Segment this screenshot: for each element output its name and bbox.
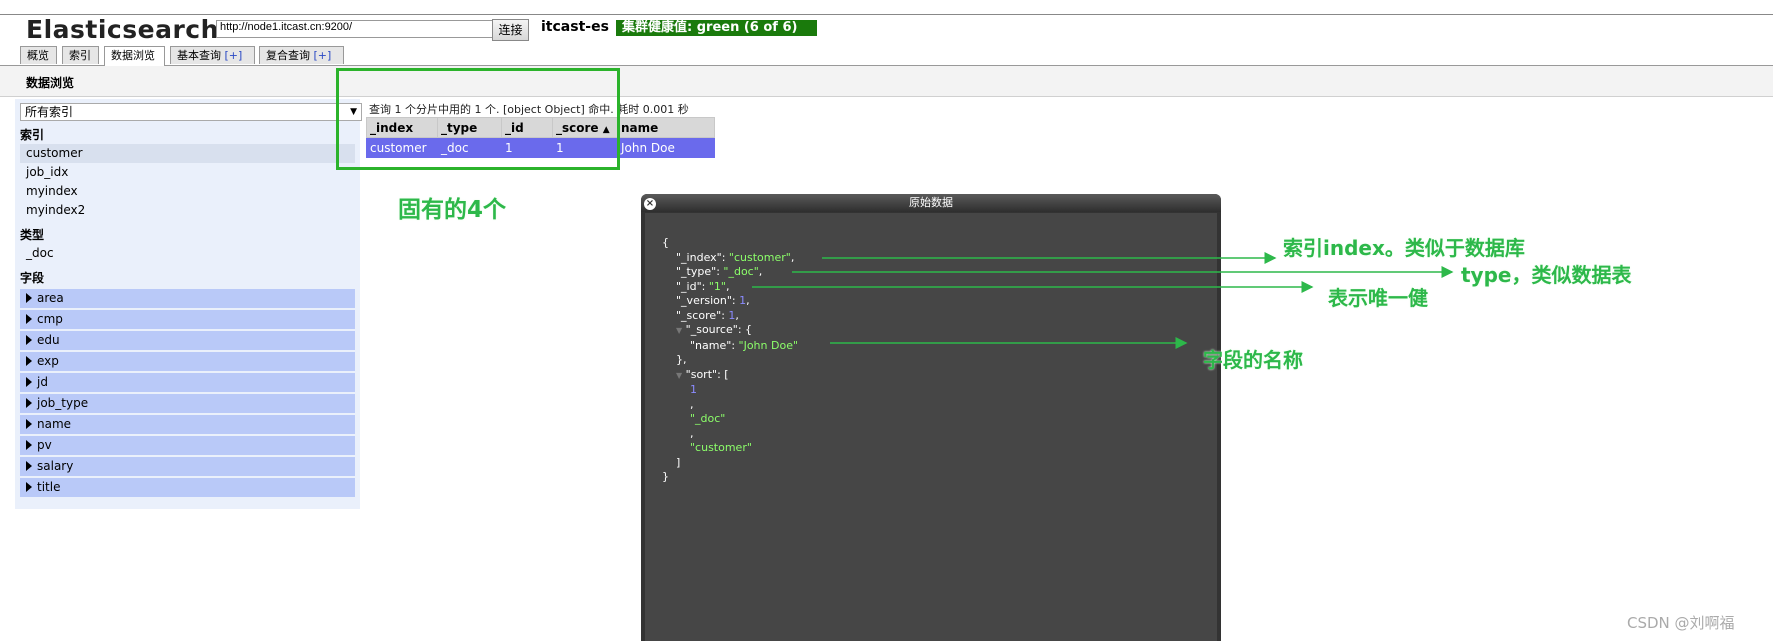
id-annotation: 表示唯一健: [1328, 286, 1428, 310]
type-annotation: type，类似数据表: [1461, 263, 1632, 287]
watermark: CSDN @刘啊福: [1627, 614, 1735, 632]
annotation-arrows: [752, 252, 1454, 349]
index-annotation: 索引index。类似于数据库: [1283, 236, 1525, 260]
field-annotation: 字段的名称: [1203, 348, 1303, 372]
